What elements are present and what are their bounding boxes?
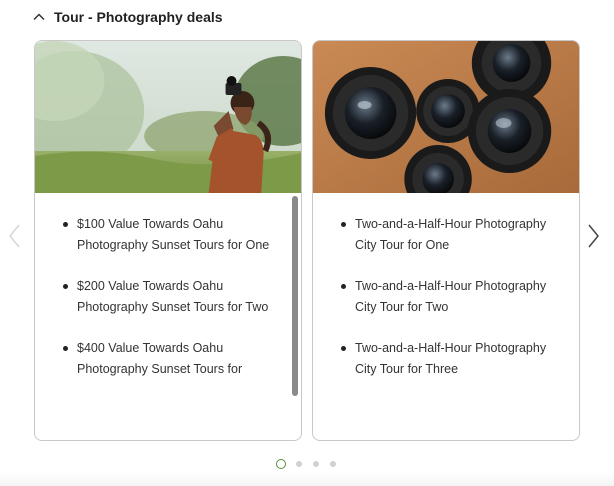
deal-item[interactable]: $200 Value Towards Oahu Photography Suns… bbox=[63, 276, 271, 318]
deal-item[interactable]: Two-and-a-Half-Hour Photography City Tou… bbox=[341, 276, 549, 318]
deal-item[interactable]: $400 Value Towards Oahu Photography Suns… bbox=[63, 338, 271, 380]
bottom-fade bbox=[0, 472, 614, 486]
chevron-up-icon bbox=[33, 13, 45, 21]
section-title: Tour - Photography deals bbox=[54, 9, 223, 25]
carousel-dot[interactable] bbox=[330, 461, 336, 467]
deal-list-container[interactable]: $100 Value Towards Oahu Photography Suns… bbox=[35, 193, 301, 440]
chevron-right-icon[interactable] bbox=[584, 222, 602, 250]
carousel-pagination bbox=[276, 459, 347, 469]
deal-list: Two-and-a-Half-Hour Photography City Tou… bbox=[313, 193, 579, 380]
deal-item[interactable]: Two-and-a-Half-Hour Photography City Tou… bbox=[341, 214, 549, 256]
woman-photographer-photo bbox=[35, 41, 301, 193]
deal-list-container: Two-and-a-Half-Hour Photography City Tou… bbox=[313, 193, 579, 440]
deal-item[interactable]: Two-and-a-Half-Hour Photography City Tou… bbox=[341, 338, 549, 380]
deal-list: $100 Value Towards Oahu Photography Suns… bbox=[35, 193, 301, 380]
deal-card-photography-city-tour[interactable]: Two-and-a-Half-Hour Photography City Tou… bbox=[312, 40, 580, 441]
carousel-dot[interactable] bbox=[313, 461, 319, 467]
card-scrollbar[interactable] bbox=[292, 196, 298, 396]
section-header[interactable]: Tour - Photography deals bbox=[32, 8, 223, 26]
deal-card-photography-sunset[interactable]: $100 Value Towards Oahu Photography Suns… bbox=[34, 40, 302, 441]
carousel-dot[interactable] bbox=[296, 461, 302, 467]
deal-item[interactable]: $100 Value Towards Oahu Photography Suns… bbox=[63, 214, 271, 256]
camera-lenses-photo bbox=[313, 41, 579, 193]
chevron-left-icon[interactable] bbox=[6, 222, 24, 250]
carousel-dot-active[interactable] bbox=[276, 459, 286, 469]
